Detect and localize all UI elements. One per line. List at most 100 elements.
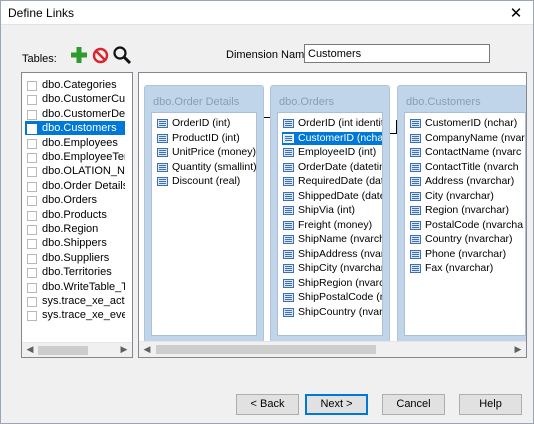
entity-field[interactable]: Country (nvarchar): [409, 233, 513, 246]
checkbox[interactable]: [27, 109, 37, 120]
checkbox[interactable]: [27, 282, 37, 293]
table-list-item[interactable]: dbo.WriteTable_Tes: [25, 280, 125, 294]
field-label: OrderID (int): [172, 117, 231, 129]
checkbox[interactable]: [27, 225, 37, 235]
checkbox[interactable]: [27, 239, 37, 250]
field-label: Discount (real): [172, 175, 241, 187]
checkbox[interactable]: [27, 81, 37, 91]
magnifier-icon[interactable]: [112, 45, 132, 65]
entity-field[interactable]: OrderDate (datetime): [282, 161, 382, 174]
column-icon: [157, 148, 168, 157]
checkbox[interactable]: [27, 297, 37, 307]
table-list-item[interactable]: dbo.Territories: [25, 265, 125, 279]
entity-field[interactable]: ShipCountry (nvarcha: [282, 306, 382, 319]
table-list-item[interactable]: dbo.Orders: [25, 193, 125, 207]
entity-field[interactable]: RequiredDate (dateti: [282, 175, 382, 188]
help-button[interactable]: Help: [459, 394, 522, 415]
entity-field[interactable]: ShipName (nvarchar): [282, 233, 382, 246]
entity-field[interactable]: CustomerID (nchar): [409, 117, 517, 130]
entity-orders[interactable]: dbo.Orders OrderID (int identity) Custome…: [270, 85, 390, 343]
table-list-item[interactable]: dbo.EmployeeTerrito: [25, 150, 125, 164]
entity-field[interactable]: EmployeeID (int): [282, 146, 376, 159]
checkbox[interactable]: [27, 253, 37, 264]
schema-canvas[interactable]: dbo.Order Details OrderID (int) ProductID…: [138, 72, 527, 358]
cancel-button[interactable]: Cancel: [382, 394, 445, 415]
entity-field[interactable]: Phone (nvarchar): [409, 248, 506, 261]
entity-field[interactable]: Region (nvarchar): [409, 204, 509, 217]
table-name: dbo.Products: [42, 208, 107, 221]
table-list-item[interactable]: dbo.CustomerCustom: [25, 92, 125, 106]
checkbox[interactable]: [27, 153, 37, 163]
dimension-name-input[interactable]: [304, 44, 490, 63]
entity-field[interactable]: ProductID (int): [156, 132, 240, 145]
column-icon: [157, 177, 168, 186]
scroll-right-icon[interactable]: ▶: [117, 344, 131, 355]
checkbox[interactable]: [27, 311, 37, 322]
entity-field[interactable]: Discount (real): [156, 175, 240, 188]
field-label: Fax (nvarchar): [425, 262, 494, 274]
table-list-item[interactable]: sys.trace_xe_event_: [25, 308, 125, 322]
tables-list[interactable]: dbo.Categoriesdbo.CustomerCustomdbo.Cust…: [21, 72, 133, 358]
entity-field[interactable]: ContactTitle (nvarch: [409, 161, 519, 174]
table-list-item[interactable]: dbo.Products: [25, 208, 125, 222]
entity-field[interactable]: CustomerID (nchar): [282, 131, 382, 145]
entity-field[interactable]: City (nvarchar): [409, 190, 494, 203]
entity-field[interactable]: ShippedDate (datetin: [282, 190, 382, 203]
checkbox[interactable]: [27, 196, 37, 207]
entity-field-list[interactable]: OrderID (int identity) CustomerID (nchar)…: [277, 112, 383, 336]
entity-field[interactable]: PostalCode (nvarcha: [409, 219, 523, 232]
table-list-item[interactable]: dbo.Categories: [25, 78, 125, 92]
checkbox[interactable]: [27, 167, 37, 178]
entity-field[interactable]: Fax (nvarchar): [409, 262, 493, 275]
scroll-thumb[interactable]: [156, 345, 376, 354]
entity-field[interactable]: ShipRegion (nvarcha: [282, 277, 382, 290]
table-name: dbo.Categories: [42, 79, 117, 91]
checkbox[interactable]: [27, 138, 37, 149]
entity-field[interactable]: ContactName (nvarc: [409, 146, 521, 159]
table-list-item[interactable]: dbo.Suppliers: [25, 251, 125, 265]
entity-field[interactable]: Address (nvarchar): [409, 175, 514, 188]
scroll-thumb[interactable]: [38, 346, 88, 355]
table-list-item[interactable]: dbo.Order Details: [25, 179, 125, 193]
checkbox[interactable]: [27, 210, 37, 221]
entity-order-details[interactable]: dbo.Order Details OrderID (int) ProductID…: [144, 85, 264, 343]
close-button[interactable]: ✕: [499, 1, 533, 25]
scroll-right-icon[interactable]: ▶: [511, 344, 525, 355]
plus-icon[interactable]: [70, 46, 88, 64]
scroll-left-icon[interactable]: ◀: [140, 344, 154, 355]
entity-field[interactable]: Freight (money): [282, 219, 372, 232]
table-list-item[interactable]: dbo.Region: [25, 222, 125, 236]
table-list-item[interactable]: dbo.Shippers: [25, 236, 125, 250]
table-list-item[interactable]: dbo.Customers: [25, 121, 125, 136]
column-icon: [410, 191, 421, 201]
entity-field[interactable]: OrderID (int identity): [282, 117, 382, 130]
table-list-item[interactable]: dbo.Employees: [25, 136, 125, 150]
entity-field[interactable]: UnitPrice (money): [156, 146, 256, 159]
entity-field[interactable]: Quantity (smallint): [156, 161, 256, 174]
entity-field[interactable]: ShipVia (int): [282, 204, 355, 217]
checkbox[interactable]: [27, 124, 37, 135]
canvas-scrollbar[interactable]: ◀ ▶: [139, 341, 526, 357]
scroll-left-icon[interactable]: ◀: [23, 344, 37, 355]
table-list-item[interactable]: dbo.CustomerDemog: [25, 107, 125, 121]
checkbox[interactable]: [27, 181, 37, 192]
entity-field-list[interactable]: OrderID (int) ProductID (int) UnitPrice (m…: [151, 112, 257, 336]
entity-field[interactable]: CompanyName (nvar: [409, 132, 525, 145]
link-line-connector: [396, 120, 397, 134]
entity-field-list[interactable]: CustomerID (nchar) CompanyName (nvar Conta…: [404, 112, 526, 336]
next-button[interactable]: Next >: [305, 394, 368, 415]
field-label: UnitPrice (money): [172, 146, 257, 158]
entity-field[interactable]: OrderID (int): [156, 117, 230, 130]
back-button[interactable]: < Back: [236, 394, 299, 415]
table-list-item[interactable]: dbo.OLATION_North: [25, 164, 125, 178]
table-list-item[interactable]: sys.trace_xe_action_: [25, 294, 125, 308]
entity-customers[interactable]: dbo.Customers CustomerID (nchar) CompanyN…: [397, 85, 526, 343]
entity-field[interactable]: ShipCity (nvarchar): [282, 262, 382, 275]
entity-field[interactable]: ShipPostalCode (nva: [282, 291, 382, 304]
checkbox[interactable]: [27, 95, 37, 106]
column-icon: [283, 162, 294, 172]
entity-field[interactable]: ShipAddress (nvarch: [282, 248, 382, 261]
tables-list-scrollbar[interactable]: ◀ ▶: [22, 342, 132, 357]
checkbox[interactable]: [27, 268, 37, 279]
no-entry-icon[interactable]: [92, 47, 109, 64]
